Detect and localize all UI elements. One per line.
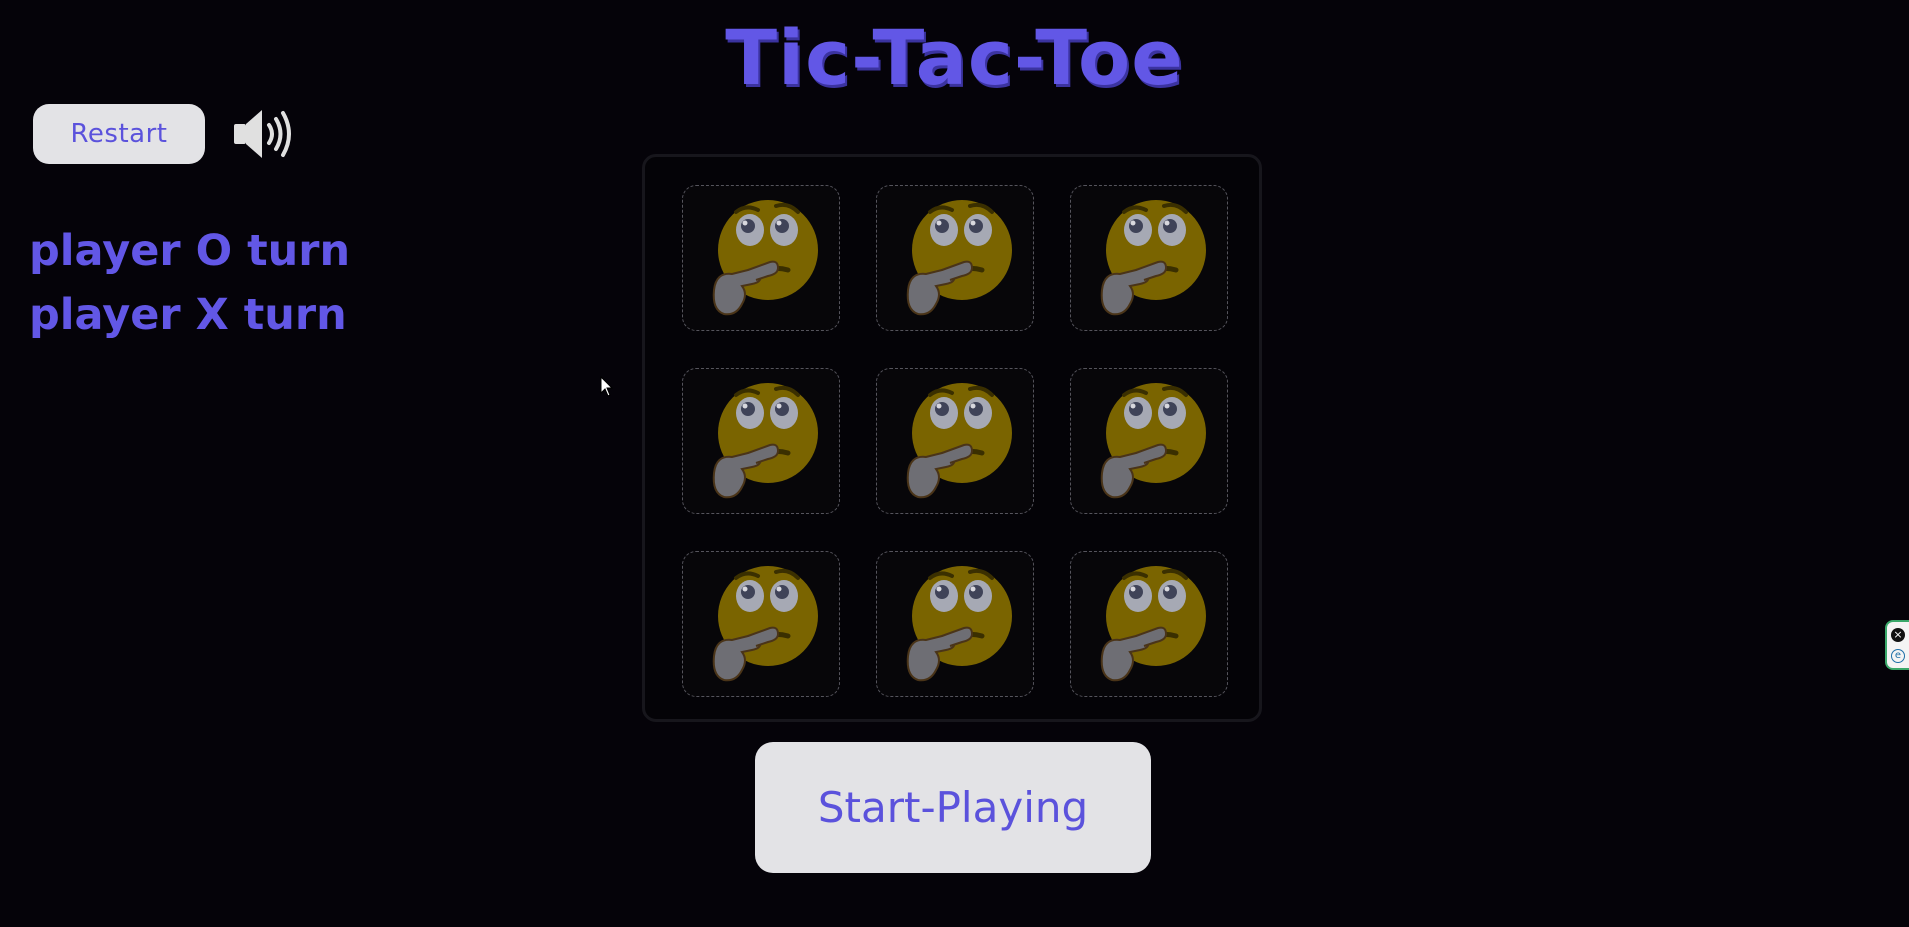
board-cell[interactable] [1070, 185, 1228, 331]
thinking-face-icon [1100, 200, 1206, 316]
restart-button[interactable]: Restart [33, 104, 205, 164]
extension-widget[interactable]: × e [1885, 620, 1909, 670]
board-cell[interactable] [876, 185, 1034, 331]
page-title: Tic-Tac-Toe [725, 13, 1184, 102]
board-cell[interactable] [876, 368, 1034, 514]
player-x-turn-text: player X turn [29, 290, 347, 340]
thinking-face-icon [712, 566, 818, 682]
thinking-face-icon [712, 200, 818, 316]
board-cell[interactable] [682, 551, 840, 697]
thinking-face-icon [712, 383, 818, 499]
close-icon[interactable]: × [1891, 628, 1905, 642]
board-cell[interactable] [1070, 368, 1228, 514]
mouse-cursor-icon [600, 376, 614, 397]
game-board [642, 154, 1262, 722]
thinking-face-icon [906, 200, 1012, 316]
game-page: Tic-Tac-Toe Restart player O turn player… [0, 0, 1909, 927]
thinking-face-icon [906, 566, 1012, 682]
speaker-volume-icon [234, 110, 291, 158]
board-cell[interactable] [682, 185, 840, 331]
thinking-face-icon [1100, 566, 1206, 682]
board-cell[interactable] [1070, 551, 1228, 697]
start-playing-button[interactable]: Start-Playing [755, 742, 1151, 873]
board-cell[interactable] [682, 368, 840, 514]
thinking-face-icon [906, 383, 1012, 499]
sound-toggle-button[interactable] [232, 106, 294, 162]
board-cell[interactable] [876, 551, 1034, 697]
player-o-turn-text: player O turn [29, 226, 351, 276]
thinking-face-icon [1100, 383, 1206, 499]
extension-e-icon[interactable]: e [1891, 649, 1905, 663]
